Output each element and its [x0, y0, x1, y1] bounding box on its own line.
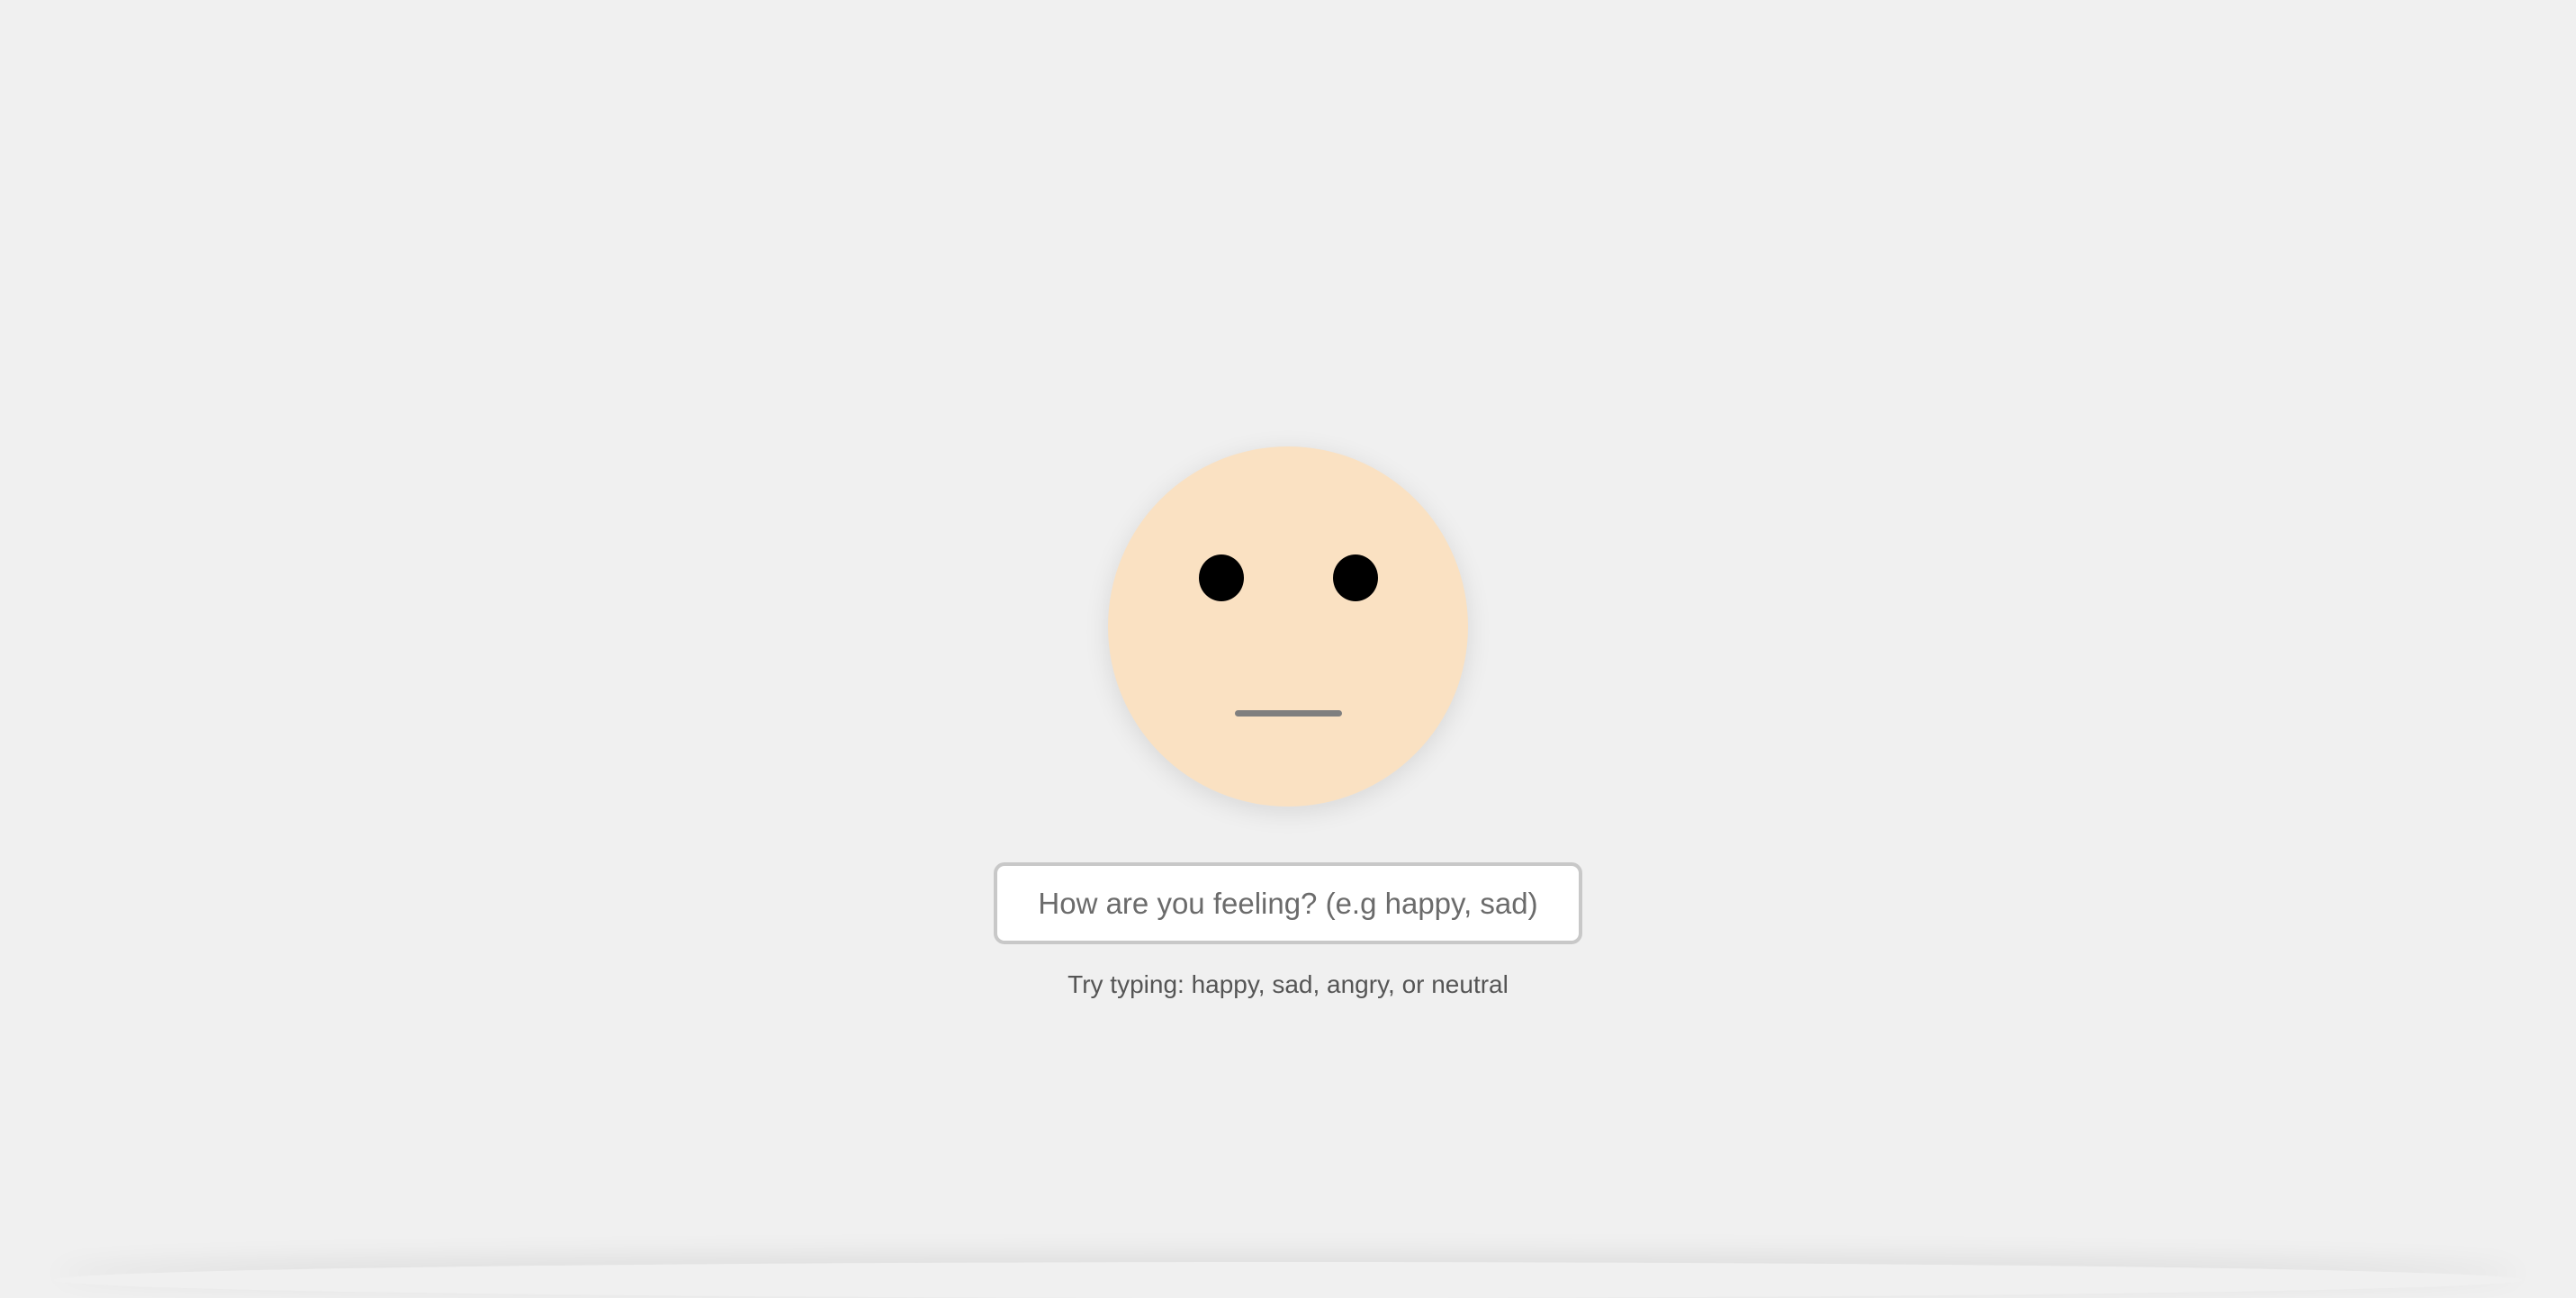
app-stage: Try typing: happy, sad, angry, or neutra…	[0, 0, 2576, 1271]
bottom-shadow	[54, 1262, 2522, 1298]
neutral-mouth	[1235, 710, 1342, 717]
right-eye	[1333, 554, 1378, 601]
emoji-face	[1108, 446, 1468, 807]
hint-text: Try typing: happy, sad, angry, or neutra…	[1067, 970, 1509, 998]
left-eye	[1199, 554, 1244, 601]
mood-input[interactable]	[994, 862, 1582, 944]
